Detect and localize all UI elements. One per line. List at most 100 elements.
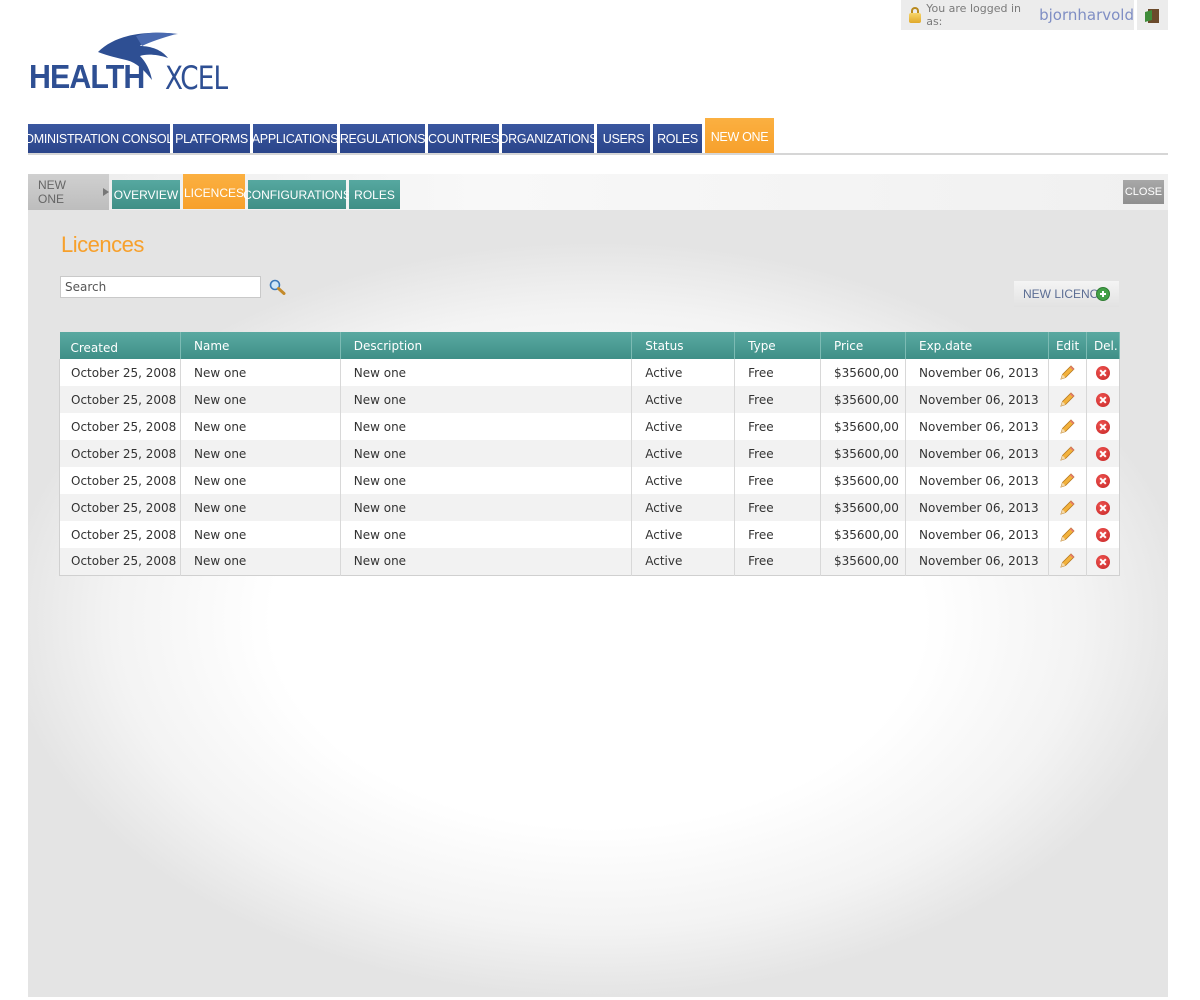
- table-row[interactable]: October 25, 2008 New one New one Active Free…: [59, 467, 1121, 494]
- nav-tab-organizations[interactable]: ORGANIZATIONS: [499, 124, 598, 154]
- table-row[interactable]: October 25, 2008 New one New one Active Free…: [59, 413, 1121, 440]
- table-row[interactable]: October 25, 2008 New one New one Active Free…: [59, 521, 1121, 548]
- cell-status: Active: [631, 521, 736, 548]
- cell-edit: [1048, 494, 1087, 521]
- cell-description: New one: [340, 440, 633, 467]
- cell-status: Active: [631, 494, 736, 521]
- table-row[interactable]: October 25, 2008 New one New one Active Free…: [59, 386, 1121, 413]
- cell-name: New one: [180, 494, 341, 521]
- tab-licences[interactable]: LICENCES: [183, 174, 245, 209]
- cell-description: New one: [340, 386, 633, 413]
- pencil-icon[interactable]: [1058, 445, 1076, 463]
- delete-x-icon[interactable]: [1095, 500, 1110, 515]
- new-licence-label: NEW LICENCE: [1023, 287, 1107, 301]
- tab-overview[interactable]: OVERVIEW: [112, 180, 180, 209]
- nav-tab-applications[interactable]: APPLICATIONS: [252, 124, 339, 154]
- logout-button[interactable]: [1137, 0, 1168, 30]
- column-header-name[interactable]: Name: [180, 332, 341, 359]
- cell-description: New one: [340, 359, 633, 386]
- cell-price: $35600,00: [820, 548, 906, 575]
- column-header-type[interactable]: Type: [734, 332, 822, 359]
- column-header-delete: Del.: [1086, 332, 1121, 359]
- delete-x-icon[interactable]: [1095, 554, 1110, 569]
- cell-description: New one: [340, 413, 633, 440]
- pencil-icon[interactable]: [1058, 472, 1076, 490]
- table-row[interactable]: October 25, 2008 New one New one Active Free…: [59, 548, 1121, 575]
- column-header-exp-date[interactable]: Exp.date: [905, 332, 1049, 359]
- cell-type: Free: [734, 467, 822, 494]
- lock-icon: [909, 7, 921, 23]
- column-header-created[interactable]: Created: [59, 332, 181, 359]
- cell-exp-date: November 06, 2013: [905, 494, 1049, 521]
- delete-x-icon[interactable]: [1095, 392, 1110, 407]
- cell-created: October 25, 2008: [59, 494, 181, 521]
- cell-exp-date: November 06, 2013: [905, 386, 1049, 413]
- cell-exp-date: November 06, 2013: [905, 440, 1049, 467]
- nav-tab-roles[interactable]: ROLES: [653, 124, 702, 154]
- delete-x-icon[interactable]: [1095, 473, 1110, 488]
- tab-roles[interactable]: ROLES: [349, 180, 400, 209]
- logo-text-xcel: XCEL: [165, 59, 228, 97]
- nav-tab-platforms[interactable]: PLATFORMS: [173, 124, 250, 154]
- nav-tab-users[interactable]: USERS: [597, 124, 650, 154]
- nav-tab-new-one[interactable]: NEW ONE: [705, 118, 774, 154]
- pencil-icon[interactable]: [1058, 526, 1076, 544]
- nav-tab-administration-console[interactable]: ADMINISTRATION CONSOLE: [17, 124, 181, 154]
- table-row[interactable]: October 25, 2008 New one New one Active Free…: [59, 359, 1121, 386]
- pencil-icon[interactable]: [1058, 418, 1076, 436]
- username-link[interactable]: bjornharvold: [1039, 6, 1134, 24]
- cell-price: $35600,00: [820, 359, 906, 386]
- column-header-price[interactable]: Price: [820, 332, 906, 359]
- cell-delete: [1086, 467, 1121, 494]
- logged-in-label: You are logged in as:: [926, 2, 1021, 28]
- logout-door-icon[interactable]: [1145, 8, 1160, 23]
- content-panel: [28, 210, 1168, 997]
- delete-x-icon[interactable]: [1095, 365, 1110, 380]
- breadcrumb-new-one[interactable]: NEW ONE: [28, 174, 109, 210]
- cell-created: October 25, 2008: [59, 359, 181, 386]
- cell-name: New one: [180, 359, 341, 386]
- cell-status: Active: [631, 359, 736, 386]
- column-header-edit: Edit: [1048, 332, 1087, 359]
- cell-exp-date: November 06, 2013: [905, 413, 1049, 440]
- table-body: October 25, 2008 New one New one Active Free…: [59, 359, 1121, 575]
- magnifier-icon[interactable]: [268, 279, 286, 295]
- cell-created: October 25, 2008: [59, 467, 181, 494]
- table-row[interactable]: October 25, 2008 New one New one Active Free…: [59, 494, 1121, 521]
- cell-name: New one: [180, 521, 341, 548]
- cell-created: October 25, 2008: [59, 413, 181, 440]
- breadcrumb-arrow-icon: [103, 188, 109, 196]
- close-button[interactable]: CLOSE: [1123, 180, 1164, 204]
- new-licence-button[interactable]: NEW LICENCE: [1014, 281, 1119, 307]
- column-header-description[interactable]: Description: [340, 332, 633, 359]
- pencil-icon[interactable]: [1058, 391, 1076, 409]
- search-input[interactable]: [60, 276, 261, 298]
- app-logo[interactable]: HEALTH XCEL: [28, 30, 228, 97]
- cell-type: Free: [734, 548, 822, 575]
- cell-type: Free: [734, 440, 822, 467]
- nav-divider: [28, 153, 1168, 155]
- cell-description: New one: [340, 494, 633, 521]
- column-header-status[interactable]: Status: [631, 332, 736, 359]
- cell-edit: [1048, 521, 1087, 548]
- cell-created: October 25, 2008: [59, 386, 181, 413]
- delete-x-icon[interactable]: [1095, 419, 1110, 434]
- page-title: Licences: [61, 232, 144, 257]
- cell-delete: [1086, 413, 1121, 440]
- licences-table: Created Name Description Status Type Pri…: [59, 332, 1121, 576]
- nav-tab-countries[interactable]: COUNTRIES: [428, 124, 499, 154]
- cell-edit: [1048, 386, 1087, 413]
- delete-x-icon[interactable]: [1095, 527, 1110, 542]
- tab-configurations[interactable]: CONFIGURATIONS: [243, 180, 351, 209]
- delete-x-icon[interactable]: [1095, 446, 1110, 461]
- pencil-icon[interactable]: [1058, 499, 1076, 517]
- logo-text-health: HEALTH: [29, 58, 145, 95]
- pencil-icon[interactable]: [1058, 552, 1076, 570]
- cell-name: New one: [180, 413, 341, 440]
- nav-tab-regulations[interactable]: REGULATIONS: [340, 124, 425, 154]
- cell-delete: [1086, 548, 1121, 575]
- pencil-icon[interactable]: [1058, 364, 1076, 382]
- main-navigation: ADMINISTRATION CONSOLE PLATFORMS APPLICA…: [17, 118, 777, 154]
- table-row[interactable]: October 25, 2008 New one New one Active Free…: [59, 440, 1121, 467]
- cell-delete: [1086, 494, 1121, 521]
